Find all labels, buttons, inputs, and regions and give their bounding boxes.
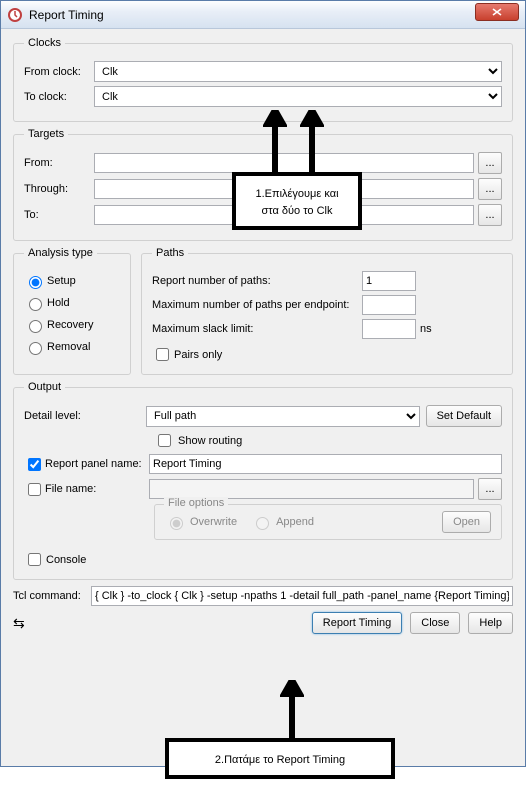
file-overwrite-label: Overwrite xyxy=(190,516,237,528)
analysis-removal-label: Removal xyxy=(47,341,90,353)
close-icon xyxy=(492,8,502,16)
annotation-1: 1.Επιλέγουμε και στα δύο το Clk xyxy=(232,172,362,230)
clocks-legend: Clocks xyxy=(24,37,65,49)
targets-through-label: Through: xyxy=(24,183,94,195)
detail-level-label: Detail level: xyxy=(24,410,146,422)
paths-legend: Paths xyxy=(152,247,188,259)
report-timing-button[interactable]: Report Timing xyxy=(312,612,402,634)
tcl-command-input[interactable] xyxy=(91,586,513,606)
tcl-label: Tcl command: xyxy=(13,590,91,602)
panel-name-checkbox[interactable] xyxy=(28,458,41,471)
paths-num-label: Report number of paths: xyxy=(152,275,362,287)
file-append-radio xyxy=(256,517,269,530)
analysis-recovery-label: Recovery xyxy=(47,319,93,331)
annotation-2-arrow xyxy=(280,680,304,740)
set-default-button[interactable]: Set Default xyxy=(426,405,502,427)
annotation-1-arrow-left xyxy=(263,110,287,176)
analysis-setup-label: Setup xyxy=(47,275,76,287)
panel-name-label: Report panel name: xyxy=(45,458,149,470)
file-options-legend: File options xyxy=(164,497,228,509)
detail-level-select[interactable]: Full path xyxy=(146,406,420,427)
titlebar: Report Timing xyxy=(1,1,525,29)
file-name-browse[interactable]: ... xyxy=(478,478,502,500)
analysis-legend: Analysis type xyxy=(24,247,97,259)
paths-pairs-label: Pairs only xyxy=(174,349,222,361)
file-options-group: Overwrite Append Open xyxy=(154,504,502,540)
analysis-hold-radio[interactable] xyxy=(29,298,42,311)
to-clock-label: To clock: xyxy=(24,91,94,103)
file-name-checkbox[interactable] xyxy=(28,483,41,496)
paths-maxep-label: Maximum number of paths per endpoint: xyxy=(152,299,362,311)
analysis-setup-radio[interactable] xyxy=(29,276,42,289)
paths-pairs-checkbox[interactable] xyxy=(156,348,169,361)
targets-legend: Targets xyxy=(24,128,68,140)
paths-slack-unit: ns xyxy=(420,323,432,335)
analysis-hold-label: Hold xyxy=(47,297,70,309)
app-icon xyxy=(7,7,23,23)
from-clock-select[interactable]: Clk xyxy=(94,61,502,82)
window-title: Report Timing xyxy=(29,8,519,22)
targets-to-label: To: xyxy=(24,209,94,221)
to-clock-select[interactable]: Clk xyxy=(94,86,502,107)
show-routing-checkbox[interactable] xyxy=(158,434,171,447)
close-button[interactable]: Close xyxy=(410,612,460,634)
annotation-1-arrow-right xyxy=(300,110,324,176)
pin-icon[interactable]: ⇆ xyxy=(13,615,33,632)
annotation-2: 2.Πατάμε το Report Timing xyxy=(165,738,395,779)
targets-through-browse[interactable]: ... xyxy=(478,178,502,200)
paths-slack-label: Maximum slack limit: xyxy=(152,323,362,335)
paths-slack-input[interactable] xyxy=(362,319,416,339)
paths-maxep-input[interactable] xyxy=(362,295,416,315)
paths-num-input[interactable] xyxy=(362,271,416,291)
analysis-removal-radio[interactable] xyxy=(29,342,42,355)
file-name-label: File name: xyxy=(45,483,149,495)
help-button[interactable]: Help xyxy=(468,612,513,634)
file-open-button: Open xyxy=(442,511,491,533)
targets-to-browse[interactable]: ... xyxy=(478,204,502,226)
show-routing-label: Show routing xyxy=(178,435,242,447)
file-append-label: Append xyxy=(276,516,314,528)
targets-from-browse[interactable]: ... xyxy=(478,152,502,174)
console-checkbox[interactable] xyxy=(28,553,41,566)
output-group: Output Detail level: Full path Set Defau… xyxy=(13,381,513,580)
targets-from-label: From: xyxy=(24,157,94,169)
output-legend: Output xyxy=(24,381,65,393)
from-clock-label: From clock: xyxy=(24,66,94,78)
analysis-group: Analysis type Setup Hold Recovery Remova… xyxy=(13,247,131,375)
paths-group: Paths Report number of paths: Maximum nu… xyxy=(141,247,513,375)
analysis-recovery-radio[interactable] xyxy=(29,320,42,333)
close-window-button[interactable] xyxy=(475,3,519,21)
console-label: Console xyxy=(46,554,86,566)
file-overwrite-radio xyxy=(170,517,183,530)
file-name-input xyxy=(149,479,474,499)
panel-name-input[interactable] xyxy=(149,454,502,474)
